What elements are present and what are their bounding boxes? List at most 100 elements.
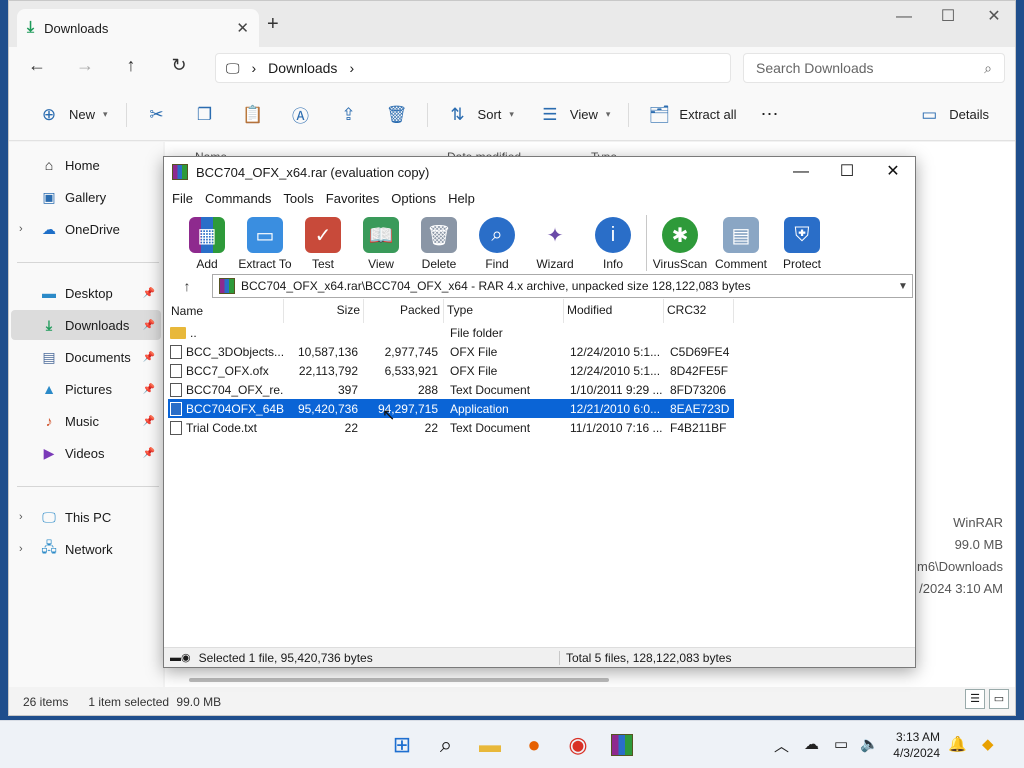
pin-icon[interactable]: 📌 <box>143 288 155 299</box>
maximize-button[interactable]: ☐ <box>824 160 870 184</box>
forward-button[interactable]: → <box>71 55 99 76</box>
volume-icon[interactable]: 🔈 <box>860 735 879 753</box>
details-button[interactable]: ▭ Details <box>905 99 1001 131</box>
share-icon: ⇪ <box>341 104 356 124</box>
menu-help[interactable]: Help <box>448 191 475 206</box>
back-button[interactable]: ← <box>23 55 51 76</box>
new-button[interactable]: ⊕ New ▾ <box>25 99 120 131</box>
pin-icon[interactable]: 📌 <box>143 416 155 427</box>
sidebar-item-gallery[interactable]: ▣ Gallery <box>11 182 161 212</box>
clock[interactable]: 3:13 AM 4/3/2024 <box>884 729 940 761</box>
minimize-button[interactable]: — <box>881 5 927 29</box>
menu-tools[interactable]: Tools <box>283 191 313 206</box>
sidebar-item-documents[interactable]: ▤ Documents 📌 <box>11 342 161 372</box>
view-button[interactable]: 📖 View <box>352 217 410 273</box>
copilot-icon[interactable]: ◆ <box>982 735 994 753</box>
menu-options[interactable]: Options <box>391 191 436 206</box>
copy-button[interactable]: ❐ <box>181 99 229 131</box>
find-button[interactable]: ⌕ Find <box>468 217 526 273</box>
archive-path-box[interactable]: BCC704_OFX_x64.rar\BCC704_OFX_x64 - RAR … <box>212 274 913 298</box>
pin-icon[interactable]: 📌 <box>143 448 155 459</box>
minimize-button[interactable]: — <box>778 160 824 184</box>
sidebar-item-desktop[interactable]: ▬ Desktop 📌 <box>11 278 161 308</box>
tab-downloads[interactable]: ⤓ Downloads ✕ <box>17 9 259 47</box>
virusscan-button[interactable]: ✱ VirusScan <box>651 217 709 273</box>
info-button[interactable]: i Info <box>584 217 642 273</box>
chevron-right-icon[interactable]: › <box>19 511 23 523</box>
sidebar-item-downloads[interactable]: ⤓ Downloads 📌 <box>11 310 161 340</box>
chevron-right-icon[interactable]: › <box>19 543 23 555</box>
column-header-type[interactable]: Type <box>444 299 564 323</box>
sidebar-item-this-pc[interactable]: › 🖵 This PC <box>11 502 161 532</box>
breadcrumb[interactable]: Downloads <box>268 60 337 76</box>
delete-button[interactable]: 🗑 <box>373 99 421 131</box>
up-button[interactable]: ↑ <box>117 55 145 76</box>
new-tab-button[interactable]: + <box>267 13 279 36</box>
extract-all-button[interactable]: 🗂 Extract all <box>635 99 748 131</box>
table-row[interactable]: BCC_3DObjects.... 10,587,136 2,977,745 O… <box>168 342 734 361</box>
sidebar-item-network[interactable]: › 🖧 Network <box>11 534 161 564</box>
column-header-packed[interactable]: Packed <box>364 299 444 323</box>
table-row[interactable]: BCC7_OFX.ofx 22,113,792 6,533,921 OFX Fi… <box>168 361 734 380</box>
sidebar-item-videos[interactable]: ▶ Videos 📌 <box>11 438 161 468</box>
pin-icon[interactable]: 📌 <box>143 384 155 395</box>
chevron-right-icon[interactable]: › <box>19 223 23 235</box>
maximize-button[interactable]: ☐ <box>925 5 971 29</box>
view-button[interactable]: ☰ View ▾ <box>526 99 622 131</box>
column-header-size[interactable]: Size <box>284 299 364 323</box>
chevron-right-icon[interactable]: › <box>252 60 257 76</box>
sidebar-item-pictures[interactable]: ▲ Pictures 📌 <box>11 374 161 404</box>
address-bar[interactable]: 🖵 › Downloads › <box>215 53 731 83</box>
chevron-down-icon[interactable]: ▼ <box>894 281 912 292</box>
refresh-button[interactable]: ↻ <box>165 55 193 76</box>
wizard-button[interactable]: ✦ Wizard <box>526 217 584 273</box>
search-input[interactable]: Search Downloads ⌕ <box>743 53 1005 83</box>
close-button[interactable]: ✕ <box>971 5 1017 29</box>
menu-favorites[interactable]: Favorites <box>326 191 379 206</box>
table-row[interactable]: .. File folder <box>168 323 734 342</box>
column-header-name[interactable]: Name <box>168 299 284 323</box>
cut-button[interactable]: ✂ <box>133 99 181 131</box>
close-tab-icon[interactable]: ✕ <box>236 19 249 37</box>
winrar-taskbar-button[interactable] <box>606 729 638 761</box>
menu-commands[interactable]: Commands <box>205 191 271 206</box>
chrome-taskbar-button[interactable]: ◉ <box>562 729 594 761</box>
search-icon: ⌕ <box>439 732 453 757</box>
horizontal-scrollbar[interactable] <box>189 678 609 682</box>
sidebar-item-music[interactable]: ♪ Music 📌 <box>11 406 161 436</box>
sidebar-item-onedrive[interactable]: › ☁ OneDrive <box>11 214 161 244</box>
file-explorer-taskbar-button[interactable]: ▬ <box>474 729 506 761</box>
table-row-selected[interactable]: BCC704OFX_64B... 95,420,736 94,297,715 A… <box>168 399 734 418</box>
delete-button[interactable]: 🗑 Delete <box>410 217 468 273</box>
menu-file[interactable]: File <box>172 191 193 206</box>
pin-icon[interactable]: 📌 <box>143 352 155 363</box>
up-folder-button[interactable]: ↑ <box>168 278 206 294</box>
search-button[interactable]: ⌕ <box>430 729 462 761</box>
table-row[interactable]: BCC704_OFX_re... 397 288 Text Document 1… <box>168 380 734 399</box>
close-button[interactable]: ✕ <box>870 160 916 184</box>
table-row[interactable]: Trial Code.txt 22 22 Text Document 11/1/… <box>168 418 734 437</box>
chevron-up-icon[interactable]: ︿ <box>774 735 789 756</box>
column-header-crc32[interactable]: CRC32 <box>664 299 734 323</box>
paste-button[interactable]: 📋 <box>229 99 277 131</box>
tiles-view-icon[interactable]: ▭ <box>989 689 1009 709</box>
extract-to-button[interactable]: ▭ Extract To <box>236 217 294 273</box>
share-button[interactable]: ⇪ <box>325 99 373 131</box>
network-icon[interactable]: ▭ <box>834 735 848 753</box>
details-view-icon[interactable]: ☰ <box>965 689 985 709</box>
test-button[interactable]: ✓ Test <box>294 217 352 273</box>
column-header-modified[interactable]: Modified <box>564 299 664 323</box>
onedrive-icon[interactable]: ☁ <box>804 735 819 753</box>
firefox-taskbar-button[interactable]: ● <box>518 729 550 761</box>
protect-button[interactable]: ⛨ Protect <box>773 217 831 273</box>
sort-button[interactable]: ⇅ Sort ▾ <box>434 99 526 131</box>
chevron-right-icon[interactable]: › <box>349 60 354 76</box>
rename-button[interactable]: Ⓐ <box>277 99 325 131</box>
start-button[interactable]: ⊞ <box>386 729 418 761</box>
bell-icon[interactable]: 🔔 <box>948 735 967 753</box>
add-button[interactable]: ▦ Add <box>178 217 236 273</box>
more-options-button[interactable]: ⋯ <box>748 99 790 131</box>
comment-button[interactable]: ▤ Comment <box>709 217 773 273</box>
pin-icon[interactable]: 📌 <box>143 320 155 331</box>
sidebar-item-home[interactable]: ⌂ Home <box>11 150 161 180</box>
